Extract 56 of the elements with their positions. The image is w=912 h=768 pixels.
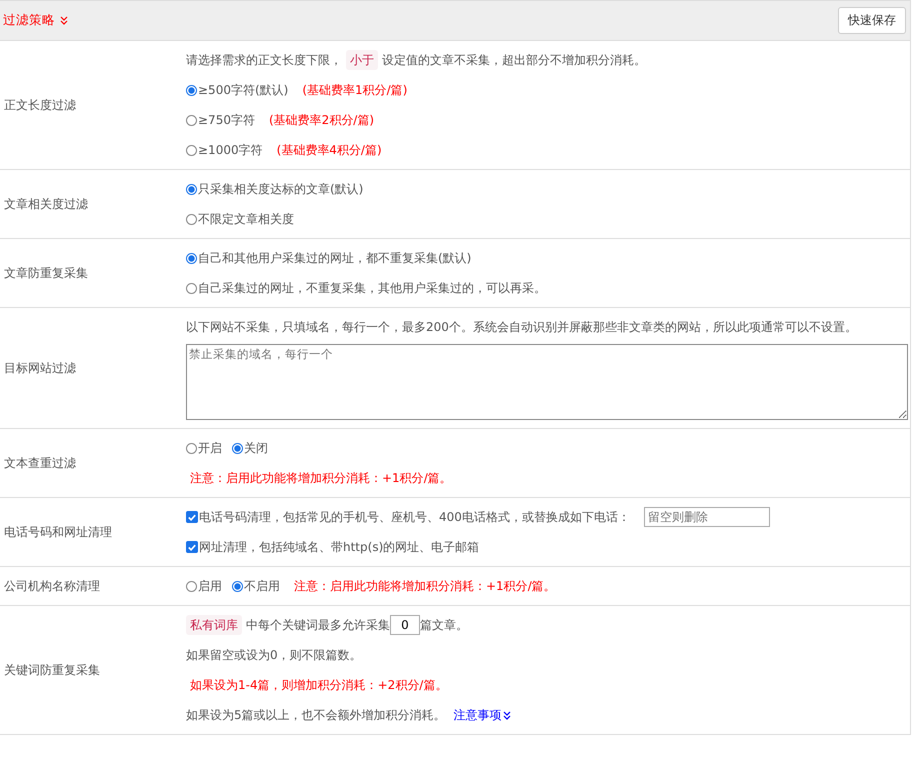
radio-option[interactable]: 只采集相关度达标的文章(默认) bbox=[186, 174, 364, 204]
radio-option[interactable]: ≥1000字符 bbox=[186, 135, 263, 165]
checkbox[interactable] bbox=[186, 541, 198, 553]
double-chevron-down-icon bbox=[60, 16, 68, 25]
radio-button[interactable] bbox=[186, 144, 197, 156]
row-label: 文章防重复采集 bbox=[3, 264, 89, 282]
description-text: 中每个关键词最多允许采集 bbox=[246, 617, 390, 634]
radio-button[interactable] bbox=[186, 442, 197, 454]
checkbox[interactable] bbox=[186, 511, 198, 523]
radio-button[interactable] bbox=[186, 252, 197, 264]
row-label: 关键词防重复采集 bbox=[3, 662, 101, 678]
radio-option[interactable]: ≥500字符(默认) bbox=[186, 75, 288, 105]
save-button[interactable]: 快速保存 bbox=[838, 7, 906, 34]
radio-button[interactable] bbox=[232, 442, 243, 454]
cost-note: 注意：启用此功能将增加积分消耗：+1积分/篇。 bbox=[190, 470, 452, 487]
radio-option[interactable]: 开启 bbox=[186, 433, 222, 463]
checkbox-option[interactable]: 电话号码清理，包括常见的手机号、座机号、400电话格式，或替换成如下电话： bbox=[186, 502, 630, 532]
row-label: 目标网站过滤 bbox=[3, 360, 77, 376]
row-label: 文章相关度过滤 bbox=[3, 196, 89, 212]
row-label: 文本查重过滤 bbox=[3, 454, 77, 472]
radio-option[interactable]: 启用 bbox=[186, 571, 222, 601]
radio-button[interactable] bbox=[186, 184, 197, 194]
description-text: 以下网站不采集，只填域名，每行一个，最多200个。系统会自动识别并屏蔽那些非文章类的网站，所以此项通常可以不设置。 bbox=[186, 319, 857, 336]
cost-note: (基础费率2积分/篇) bbox=[268, 112, 374, 129]
description-text: 如果设为5篇或以上，也不会额外增加积分消耗。 bbox=[186, 707, 446, 724]
phone-input-field[interactable]: 留空则删除 bbox=[644, 507, 770, 527]
description-text: 设定值的文章不采集，超出部分不增加积分消耗。 bbox=[382, 52, 646, 69]
cost-note: (基础费率1积分/篇) bbox=[302, 82, 408, 99]
radio-option[interactable]: 关闭 bbox=[232, 433, 268, 463]
count-input-field[interactable]: 0 bbox=[390, 615, 420, 635]
row-label: 正文长度过滤 bbox=[3, 96, 77, 114]
description-text: 如果留空或设为0，则不限篇数。 bbox=[186, 647, 362, 664]
radio-button[interactable] bbox=[186, 84, 197, 96]
radio-button[interactable] bbox=[232, 580, 243, 592]
radio-button[interactable] bbox=[186, 114, 197, 126]
description-text: 请选择需求的正文长度下限， bbox=[186, 52, 342, 69]
description-text: 篇文章。 bbox=[420, 617, 468, 634]
row-label: 电话号码和网址清理 bbox=[3, 524, 113, 540]
cost-note: (基础费率4积分/篇) bbox=[276, 142, 382, 159]
radio-button[interactable] bbox=[186, 282, 197, 294]
keyword-tag: 私有词库 bbox=[186, 615, 242, 635]
radio-option[interactable]: ≥750字符 bbox=[186, 105, 255, 135]
radio-button[interactable] bbox=[186, 580, 197, 592]
row-label: 公司机构名称清理 bbox=[3, 578, 101, 594]
radio-option[interactable]: 自己采集过的网址，不重复采集，其他用户采集过的，可以再采。 bbox=[186, 273, 546, 303]
notes-link[interactable]: 注意事项 bbox=[454, 700, 511, 730]
radio-option[interactable]: 不限定文章相关度 bbox=[186, 204, 294, 234]
cost-note: 如果设为1-4篇，则增加积分消耗：+2积分/篇。 bbox=[190, 677, 448, 694]
keyword-tag: 小于 bbox=[346, 50, 378, 70]
cost-note: 注意：启用此功能将增加积分消耗：+1积分/篇。 bbox=[294, 578, 556, 595]
double-chevron-down-icon bbox=[502, 710, 511, 720]
radio-option[interactable]: 自己和其他用户采集过的网址，都不重复采集(默认) bbox=[186, 243, 472, 273]
domain-textarea[interactable]: 禁止采集的域名，每行一个 bbox=[186, 344, 908, 420]
radio-button[interactable] bbox=[186, 214, 197, 224]
checkbox-option[interactable]: 网址清理，包括纯域名、带http(s)的网址、电子邮箱 bbox=[186, 532, 480, 562]
radio-option[interactable]: 不启用 bbox=[232, 571, 280, 601]
